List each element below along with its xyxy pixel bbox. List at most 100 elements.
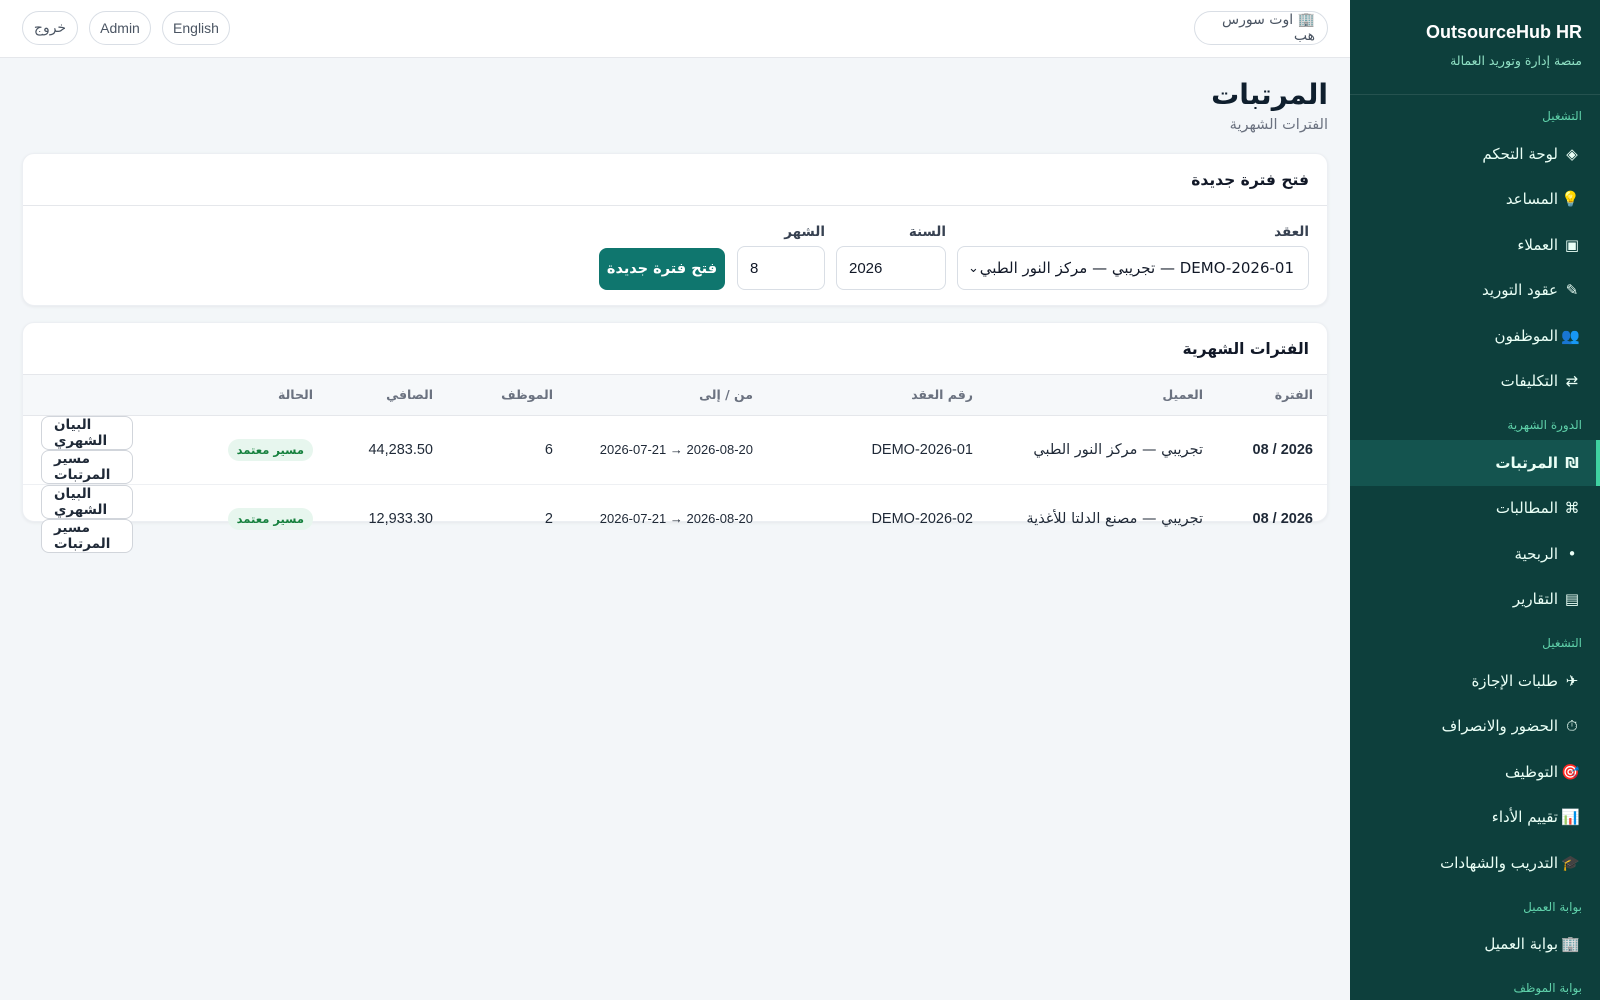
sidebar-item-label: لوحة التحكم <box>1482 144 1558 163</box>
brand: OutsourceHub HR منصة إدارة وتوريد العمال… <box>1350 0 1600 95</box>
column-header: من / إلى <box>699 387 753 403</box>
sidebar-item-label: بوابة العميل <box>1484 935 1558 954</box>
periods-table: الفترة العميل رقم العقد من / إلى الموظف الصاف… <box>23 375 1327 553</box>
sidebar-item[interactable]: ✎ عقود التوريد <box>1350 268 1600 314</box>
period-cell: 08 / 2026 <box>1217 415 1327 485</box>
logout-button[interactable]: خروج <box>22 11 78 45</box>
column-header: رقم العقد <box>911 387 973 403</box>
dot-icon: • <box>1567 544 1577 563</box>
graduation-icon: 🎓 <box>1561 853 1580 872</box>
page-title: المرتبات <box>1211 78 1328 111</box>
year-label: السنة <box>908 224 946 240</box>
sidebar-item[interactable]: ✈ طلبات الإجازة <box>1350 658 1600 704</box>
brand-subtitle: منصة إدارة وتوريد العمالة <box>1450 53 1582 68</box>
sidebar-nav: التشغيل ◈ لوحة التحكم 💡 المساعد ▣ العملاء ✎ عقود… <box>1350 95 1600 1000</box>
sidebar-item-label: تقييم الأداء <box>1491 808 1558 827</box>
actions-cell: البيان الشهريمسير المرتبات <box>23 484 147 553</box>
column-header: الصافي <box>386 387 433 403</box>
sidebar-item-label: عقود التوريد <box>1481 281 1558 300</box>
sidebar-item[interactable]: ⌘ المطالبات <box>1350 486 1600 532</box>
client-cell: تجريبي — مركز النور الطبي <box>987 415 1217 485</box>
column-header-actions <box>23 375 147 415</box>
organization-switcher[interactable]: 🏢 اوت سورس هب <box>1194 11 1328 45</box>
contract-cell: DEMO-2026-01 <box>767 415 987 485</box>
swap-icon: ⇄ <box>1565 372 1579 391</box>
sidebar-item-label: التوظيف <box>1504 762 1558 781</box>
table-header-row: الفترة العميل رقم العقد من / إلى الموظف الصاف… <box>23 375 1327 415</box>
clock-icon: ⏱ <box>1566 717 1578 736</box>
building-icon: 🏢 <box>1561 935 1580 954</box>
month-input[interactable]: 8 <box>737 246 825 290</box>
dashboard-icon: ◈ <box>1566 144 1578 163</box>
page-subtitle: الفترات الشهرية <box>1229 117 1328 133</box>
sidebar-item-label: التقارير <box>1512 590 1558 609</box>
actions-cell: البيان الشهريمسير المرتبات <box>23 415 147 485</box>
sidebar-item-label: التكليفات <box>1500 372 1558 391</box>
net-cell: 44,283.50 <box>327 415 447 485</box>
new-period-heading: فتح فترة جديدة <box>23 154 1327 206</box>
sidebar-item[interactable]: 📊 تقييم الأداء <box>1350 795 1600 841</box>
contract-cell: DEMO-2026-02 <box>871 510 973 527</box>
language-toggle-button[interactable]: English <box>162 11 230 45</box>
clients-icon: ▣ <box>1564 235 1580 254</box>
nav-section-title: بوابة العميل <box>1523 899 1582 914</box>
people-icon: 👥 <box>1561 326 1580 345</box>
contract-label: العقد <box>1274 224 1309 240</box>
nav-section-title: التشغيل <box>1542 636 1582 650</box>
sidebar-item[interactable]: 👥 الموظفون <box>1350 313 1600 359</box>
new-period-card: فتح فترة جديدة العقد DEMO-2026-01 — تجري… <box>22 153 1328 306</box>
sidebar-item[interactable]: ⇄ التكليفات <box>1350 359 1600 405</box>
bulb-icon: 💡 <box>1561 190 1580 209</box>
nav-section-title: بوابة الموظف <box>1513 981 1582 995</box>
pencil-icon: ✎ <box>1565 281 1579 300</box>
user-menu-button[interactable]: Admin <box>89 11 151 45</box>
sidebar-item[interactable]: • الربحية <box>1350 531 1600 577</box>
column-header: الفترة <box>1274 387 1313 403</box>
sidebar-item-label: طلبات الإجازة <box>1471 671 1558 690</box>
contract-select-value: DEMO-2026-01 — تجريبي — مركز النور الطبي <box>979 259 1294 277</box>
periods-card: الفترات الشهرية الفترة العميل رقم العقد من … <box>22 322 1328 553</box>
sidebar: OutsourceHub HR منصة إدارة وتوريد العمال… <box>1350 0 1600 1000</box>
open-period-button[interactable]: فتح فترة جديدة <box>599 248 725 290</box>
nav-section-title: التشغيل <box>1542 109 1582 123</box>
range-cell: 2026-07-21 → 2026-08-20 <box>567 415 767 485</box>
year-input[interactable]: 2026 <box>836 246 946 290</box>
status-badge: مسير معتمد <box>227 438 313 461</box>
client-cell: تجريبي — مصنع الدلتا للأغذية <box>1026 510 1203 527</box>
currency-icon: ₪ <box>1565 453 1579 472</box>
sidebar-item[interactable]: ₪ المرتبات <box>1350 440 1600 486</box>
table-row: 08 / 2026 تجريبي — مركز النور الطبي DEMO-2… <box>23 415 1327 485</box>
sidebar-item[interactable]: 🏢 بوابة العميل <box>1350 922 1600 968</box>
employees-cell: 2 <box>544 510 553 527</box>
sidebar-item[interactable]: ⏱ الحضور والانصراف <box>1350 704 1600 750</box>
sidebar-item-label: المساعد <box>1505 190 1558 209</box>
column-header: العميل <box>1162 387 1203 403</box>
sidebar-item[interactable]: ▤ التقارير <box>1350 577 1600 623</box>
plane-icon: ✈ <box>1565 671 1579 690</box>
sidebar-item[interactable]: ▣ العملاء <box>1350 222 1600 268</box>
monthly-statement-button[interactable]: البيان الشهري <box>41 415 133 450</box>
sidebar-item[interactable]: ◈ لوحة التحكم <box>1350 131 1600 177</box>
payroll-run-button[interactable]: مسير المرتبات <box>41 449 133 484</box>
sidebar-item[interactable]: 🎓 التدريب والشهادات <box>1350 840 1600 886</box>
nav-section-title: الدورة الشهرية <box>1507 418 1582 432</box>
employees-cell: 6 <box>447 415 567 485</box>
sidebar-item-label: العملاء <box>1517 235 1558 254</box>
sidebar-item[interactable]: 💡 المساعد <box>1350 177 1600 223</box>
sidebar-item[interactable]: 🎯 التوظيف <box>1350 749 1600 795</box>
sidebar-item-label: التدريب والشهادات <box>1440 853 1558 872</box>
chevron-down-icon: ⌄ <box>968 260 979 276</box>
status-badge: مسير معتمد <box>227 507 313 530</box>
command-icon: ⌘ <box>1564 499 1580 518</box>
status-cell: مسير معتمد <box>147 484 327 553</box>
month-label: الشهر <box>784 224 825 240</box>
topbar: 🏢 اوت سورس هب English Admin خروج <box>0 0 1350 58</box>
monthly-statement-button[interactable]: البيان الشهري <box>41 484 133 519</box>
column-header: الحالة <box>278 387 313 403</box>
target-icon: 🎯 <box>1561 762 1580 781</box>
sidebar-item-label: الربحية <box>1514 544 1558 563</box>
table-body: 08 / 2026 تجريبي — مركز النور الطبي DEMO-2… <box>23 415 1327 553</box>
payroll-run-button[interactable]: مسير المرتبات <box>41 518 133 553</box>
column-header: الموظف <box>501 387 553 403</box>
contract-select[interactable]: DEMO-2026-01 — تجريبي — مركز النور الطبي… <box>957 246 1309 290</box>
